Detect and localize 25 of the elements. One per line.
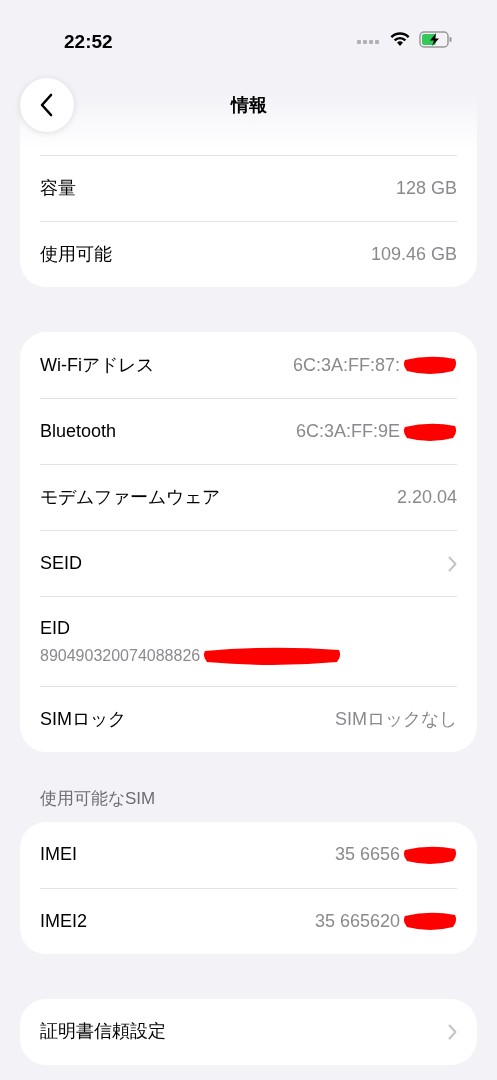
row-value: SIMロックなし (335, 708, 457, 731)
row-value: 6C:3A:FF:87: (292, 353, 400, 377)
row-value: 890490320074088826 (40, 646, 201, 666)
row-value: 35 665620 (314, 909, 400, 933)
row-value: 35 6656 (334, 843, 400, 866)
row-value: 109.46 GB (370, 243, 457, 266)
row-label: モデムファームウェア (40, 486, 220, 509)
row-label: IMEI (40, 843, 77, 866)
row-label: Bluetooth (40, 420, 117, 443)
section-header: 使用可能なSIM (39, 788, 157, 810)
settings-row[interactable]: SEID (40, 530, 457, 596)
row-label: EID (40, 617, 71, 640)
settings-row[interactable]: 証明書信頼設定 (40, 998, 457, 1065)
row-label: 容量 (40, 177, 76, 200)
row-label: Wi-Fiアドレス (40, 353, 154, 377)
status-time: 22:52 (64, 30, 113, 54)
row-label: 使用可能 (40, 243, 112, 266)
row-label: SIMロック (40, 708, 126, 731)
row-label: SEID (40, 552, 82, 575)
row-label: IMEI2 (40, 909, 87, 933)
row-label: 証明書信頼設定 (40, 1020, 166, 1043)
row-value: 6C:3A:FF:9E (295, 420, 400, 443)
row-value: 128 GB (395, 177, 457, 200)
row-value: 2.20.04 (396, 486, 457, 509)
page-title: 情報 (230, 94, 267, 117)
